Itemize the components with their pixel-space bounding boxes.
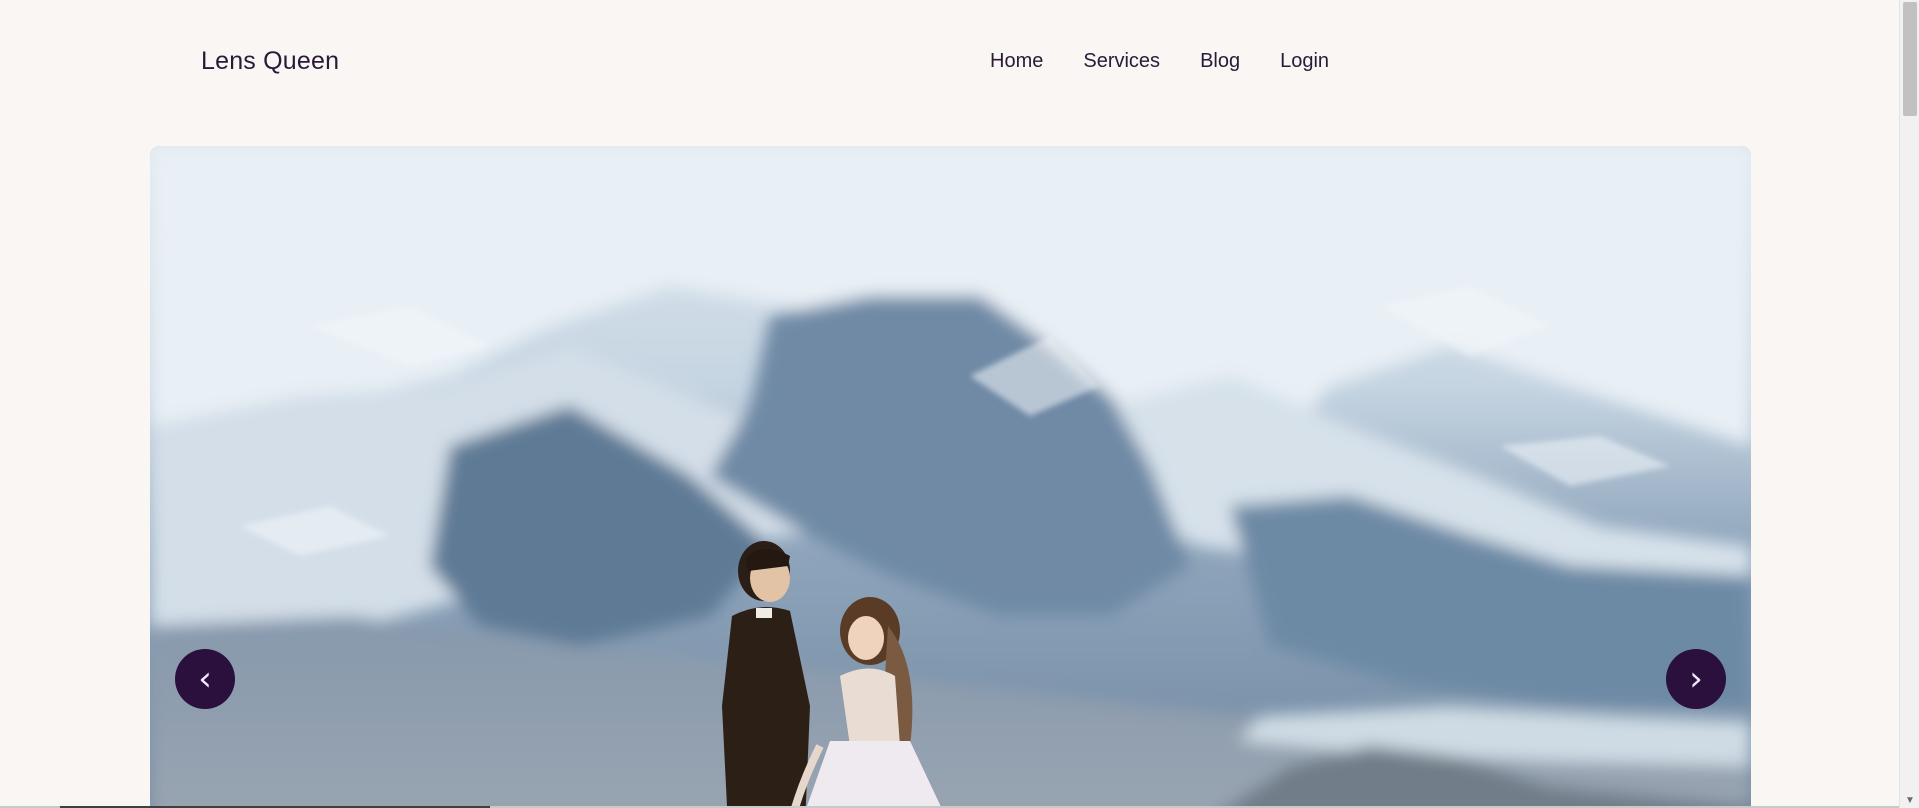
scroll-thumb[interactable] (1903, 2, 1917, 116)
nav-home-link[interactable]: Home (990, 50, 1043, 73)
hero-slide-image (150, 146, 1751, 808)
page: Lens Queen Home Services Blog Login ‹ › (0, 0, 1899, 808)
vertical-scrollbar[interactable]: ▼ (1899, 0, 1919, 808)
nav-services-link[interactable]: Services (1083, 50, 1160, 73)
carousel-next-button[interactable]: › (1666, 649, 1726, 709)
carousel-prev-button[interactable]: ‹ (175, 649, 235, 709)
nav-blog-link[interactable]: Blog (1200, 50, 1240, 73)
brand-logo[interactable]: Lens Queen (201, 47, 339, 76)
site-header: Lens Queen Home Services Blog Login (0, 0, 1899, 130)
main-nav: Home Services Blog Login (990, 50, 1329, 73)
scroll-down-arrow-icon[interactable]: ▼ (1905, 795, 1915, 806)
hero-carousel: ‹ › (150, 146, 1751, 808)
nav-login-link[interactable]: Login (1280, 50, 1329, 73)
